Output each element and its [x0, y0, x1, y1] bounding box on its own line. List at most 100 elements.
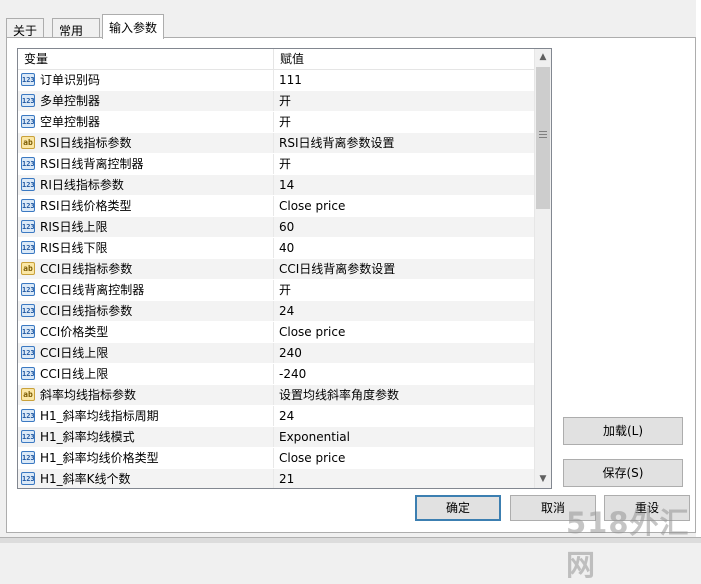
variable-cell[interactable]: 123 CCI日线指标参数 — [18, 301, 274, 321]
numeric-type-icon: 123 — [21, 472, 35, 485]
table-row[interactable]: 123 CCI日线背离控制器 开 — [18, 280, 534, 301]
variable-cell[interactable]: 123 多单控制器 — [18, 91, 274, 111]
variable-cell[interactable]: 123 CCI日线上限 — [18, 364, 274, 384]
variable-cell[interactable]: 123 H1_斜率K线个数 — [18, 469, 274, 488]
vertical-scrollbar[interactable]: ▲ ▼ — [534, 49, 551, 488]
table-row[interactable]: ab RSI日线指标参数 RSI日线背离参数设置 — [18, 133, 534, 154]
value-cell[interactable]: 14 — [274, 175, 534, 195]
numeric-type-icon: 123 — [21, 220, 35, 233]
numeric-type-icon: 123 — [21, 451, 35, 464]
value-cell[interactable]: 设置均线斜率角度参数 — [274, 385, 534, 405]
value-cell[interactable]: RSI日线背离参数设置 — [274, 133, 534, 153]
table-row[interactable]: 123 订单识别码 111 — [18, 70, 534, 91]
value-cell[interactable]: Exponential — [274, 427, 534, 447]
tab-common[interactable]: 常用 — [52, 18, 100, 38]
variable-name: CCI日线背离控制器 — [40, 283, 145, 297]
tab-inputs[interactable]: 输入参数 — [102, 14, 164, 39]
table-row[interactable]: 123 H1_斜率均线模式 Exponential — [18, 427, 534, 448]
table-row[interactable]: 123 空单控制器 开 — [18, 112, 534, 133]
value-cell[interactable]: 开 — [274, 154, 534, 174]
variable-cell[interactable]: 123 CCI价格类型 — [18, 322, 274, 342]
value-cell[interactable]: 60 — [274, 217, 534, 237]
table-row[interactable]: 123 CCI价格类型 Close price — [18, 322, 534, 343]
scroll-down-arrow-icon[interactable]: ▼ — [535, 471, 551, 488]
value-cell[interactable]: CCI日线背离参数设置 — [274, 259, 534, 279]
variable-cell[interactable]: 123 CCI日线上限 — [18, 343, 274, 363]
numeric-type-icon: 123 — [21, 157, 35, 170]
variable-cell[interactable]: 123 订单识别码 — [18, 70, 274, 90]
variable-cell[interactable]: 123 RI日线指标参数 — [18, 175, 274, 195]
value-cell[interactable]: 开 — [274, 91, 534, 111]
tab-about[interactable]: 关于 — [6, 18, 44, 38]
table-row[interactable]: 123 CCI日线上限 240 — [18, 343, 534, 364]
value-cell[interactable]: 24 — [274, 301, 534, 321]
value-cell[interactable]: 开 — [274, 112, 534, 132]
save-button[interactable]: 保存(S) — [563, 459, 683, 487]
variable-cell[interactable]: 123 H1_斜率均线模式 — [18, 427, 274, 447]
table-row[interactable]: 123 H1_斜率均线价格类型 Close price — [18, 448, 534, 469]
numeric-type-icon: 123 — [21, 73, 35, 86]
table-row[interactable]: 123 多单控制器 开 — [18, 91, 534, 112]
value-cell[interactable]: 24 — [274, 406, 534, 426]
scroll-up-arrow-icon[interactable]: ▲ — [535, 49, 551, 66]
variable-cell[interactable]: 123 RIS日线下限 — [18, 238, 274, 258]
load-button[interactable]: 加载(L) — [563, 417, 683, 445]
variable-cell[interactable]: 123 RSI日线价格类型 — [18, 196, 274, 216]
table-row[interactable]: 123 RIS日线上限 60 — [18, 217, 534, 238]
variable-cell[interactable]: 123 RSI日线背离控制器 — [18, 154, 274, 174]
table-row[interactable]: ab 斜率均线指标参数 设置均线斜率角度参数 — [18, 385, 534, 406]
table-row[interactable]: 123 RI日线指标参数 14 — [18, 175, 534, 196]
variable-name: RSI日线背离控制器 — [40, 157, 144, 171]
numeric-type-icon: 123 — [21, 430, 35, 443]
variable-cell[interactable]: 123 RIS日线上限 — [18, 217, 274, 237]
value-cell[interactable]: 240 — [274, 343, 534, 363]
variable-cell[interactable]: ab 斜率均线指标参数 — [18, 385, 274, 405]
variable-name: CCI日线上限 — [40, 346, 109, 360]
table-row[interactable]: 123 H1_斜率K线个数 21 — [18, 469, 534, 488]
value-cell[interactable]: 111 — [274, 70, 534, 90]
tab-about-label: 关于 — [13, 24, 38, 38]
variable-name: CCI价格类型 — [40, 325, 109, 339]
variable-cell[interactable]: ab RSI日线指标参数 — [18, 133, 274, 153]
variable-cell[interactable]: 123 H1_斜率均线价格类型 — [18, 448, 274, 468]
value-cell[interactable]: 开 — [274, 280, 534, 300]
numeric-type-icon: 123 — [21, 409, 35, 422]
grid-rows: 123 订单识别码 111 123 多单控制器开 123 空单控制器开 ab RSI日线指标参数… — [18, 70, 534, 488]
numeric-type-icon: 123 — [21, 241, 35, 254]
table-row[interactable]: 123 RSI日线价格类型 Close price — [18, 196, 534, 217]
header-variable[interactable]: 变量 — [18, 49, 274, 69]
variable-name: 多单控制器 — [40, 94, 101, 108]
variable-name: H1_斜率均线价格类型 — [40, 451, 159, 465]
numeric-type-icon: 123 — [21, 325, 35, 338]
table-row[interactable]: ab CCI日线指标参数 CCI日线背离参数设置 — [18, 259, 534, 280]
table-row[interactable]: 123 CCI日线上限 -240 — [18, 364, 534, 385]
scrollbar-thumb[interactable] — [536, 67, 550, 209]
value-cell[interactable]: -240 — [274, 364, 534, 384]
value-cell[interactable]: Close price — [274, 196, 534, 216]
string-type-icon: ab — [21, 136, 35, 149]
value-cell[interactable]: 40 — [274, 238, 534, 258]
value-cell[interactable]: Close price — [274, 322, 534, 342]
variable-cell[interactable]: ab CCI日线指标参数 — [18, 259, 274, 279]
variable-cell[interactable]: 123 CCI日线背离控制器 — [18, 280, 274, 300]
numeric-type-icon: 123 — [21, 115, 35, 128]
variable-name: RSI日线价格类型 — [40, 199, 132, 213]
table-row[interactable]: 123 RSI日线背离控制器 开 — [18, 154, 534, 175]
tab-common-label: 常用 — [59, 24, 84, 38]
numeric-type-icon: 123 — [21, 94, 35, 107]
value-cell[interactable]: Close price — [274, 448, 534, 468]
variable-cell[interactable]: 123 H1_斜率均线指标周期 — [18, 406, 274, 426]
variable-name: 斜率均线指标参数 — [40, 388, 137, 402]
table-row[interactable]: 123 CCI日线指标参数 24 — [18, 301, 534, 322]
header-value[interactable]: 赋值 — [274, 49, 534, 69]
ok-button[interactable]: 确定 — [415, 495, 501, 521]
numeric-type-icon: 123 — [21, 283, 35, 296]
string-type-icon: ab — [21, 262, 35, 275]
table-row[interactable]: 123 H1_斜率均线指标周期 24 — [18, 406, 534, 427]
table-row[interactable]: 123 RIS日线下限 40 — [18, 238, 534, 259]
variable-name: CCI日线上限 — [40, 367, 109, 381]
value-cell[interactable]: 21 — [274, 469, 534, 488]
numeric-type-icon: 123 — [21, 304, 35, 317]
variable-name: RI日线指标参数 — [40, 178, 124, 192]
variable-cell[interactable]: 123 空单控制器 — [18, 112, 274, 132]
